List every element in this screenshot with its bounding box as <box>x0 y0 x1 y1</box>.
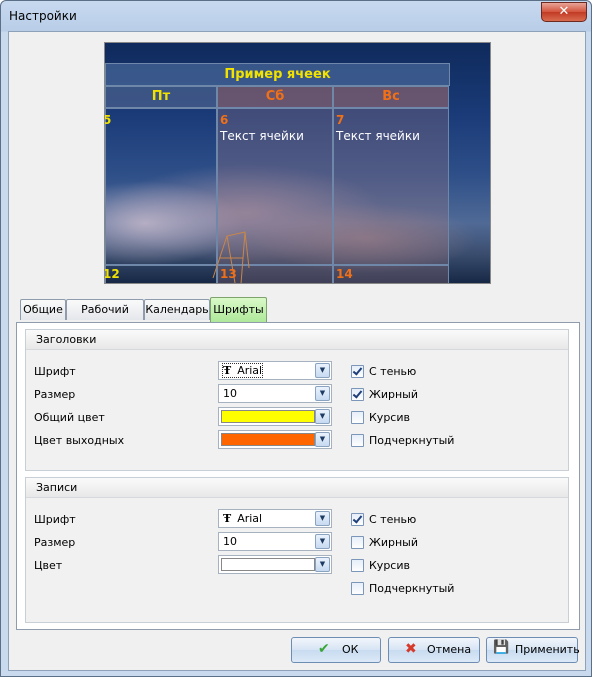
records-font-select[interactable]: Ŧ Arial ▼ <box>218 509 332 528</box>
headers-common-color-select[interactable]: ▼ <box>218 407 332 426</box>
close-icon: ✕ <box>558 4 570 19</box>
headers-size-select[interactable]: 10 ▼ <box>218 384 332 403</box>
save-icon: 💾 <box>493 640 510 655</box>
headers-font-value: Ŧ Arial <box>221 363 264 378</box>
records-group: Записи Шрифт Ŧ Arial ▼ Размер 10 ▼ Цвет ▼ <box>25 477 569 623</box>
tab-general[interactable]: Общие <box>20 299 66 320</box>
checkbox-box[interactable] <box>351 388 364 401</box>
cancel-x-icon: ✖ <box>405 641 417 657</box>
preview-cell-number: 12 <box>104 267 120 281</box>
checkbox-label: Курсив <box>369 559 410 572</box>
headers-size-value: 10 <box>223 387 237 400</box>
checkbox-label: С тенью <box>369 513 417 526</box>
font-icon: Ŧ <box>223 364 232 377</box>
checkbox-box[interactable] <box>351 411 364 424</box>
chevron-down-icon[interactable]: ▼ <box>315 386 330 401</box>
preview-day-sat: Сб <box>217 86 333 108</box>
checkbox-label: Подчеркнутый <box>369 582 455 595</box>
preview-cell-number: 14 <box>336 267 353 281</box>
headers-weekend-color-select[interactable]: ▼ <box>218 430 332 449</box>
cancel-button-label: Отмена <box>427 643 472 656</box>
chevron-down-icon[interactable]: ▼ <box>315 363 330 378</box>
preview-cell-number: 5 <box>105 113 111 127</box>
records-size-select[interactable]: 10 ▼ <box>218 532 332 551</box>
apply-button-label: Применить <box>515 643 580 656</box>
ok-button-label: ОК <box>342 643 359 656</box>
chevron-down-icon[interactable]: ▼ <box>315 432 330 447</box>
headers-weekend-color-label: Цвет выходных <box>34 434 125 447</box>
checkbox-label: С тенью <box>369 365 417 378</box>
records-font-value: Ŧ Arial <box>223 512 263 525</box>
ok-button[interactable]: ✔ ОК <box>291 637 381 663</box>
checkmark-icon: ✔ <box>318 641 330 657</box>
checkbox-label: Жирный <box>369 388 419 401</box>
fonts-tab-panel: Заголовки Шрифт Ŧ Arial ▼ Размер 10 ▼ Общ… <box>16 322 580 630</box>
preview-cell-number: 13 <box>220 267 237 281</box>
cell-preview: Пример ячеек Пт Сб Вс 5 6 7 Текст ячейки… <box>104 42 491 284</box>
preview-cell-number: 6 <box>220 113 229 127</box>
checkbox-label: Подчеркнутый <box>369 434 455 447</box>
chevron-down-icon[interactable]: ▼ <box>315 511 330 526</box>
checkbox-box[interactable] <box>351 582 364 595</box>
checkbox-label: Курсив <box>369 411 410 424</box>
tab-desktop[interactable]: Рабочий стол <box>66 299 144 336</box>
weekend-color-swatch <box>221 433 315 446</box>
font-icon: Ŧ <box>223 512 232 525</box>
headers-size-label: Размер <box>34 388 76 401</box>
headers-common-color-label: Общий цвет <box>34 411 105 424</box>
headers-font-select[interactable]: Ŧ Arial ▼ <box>218 361 332 380</box>
tab-fonts[interactable]: Шрифты <box>210 297 267 322</box>
cancel-button[interactable]: ✖ Отмена <box>388 637 480 663</box>
dialog-client: Пример ячеек Пт Сб Вс 5 6 7 Текст ячейки… <box>8 31 586 671</box>
records-color-select[interactable]: ▼ <box>218 555 332 574</box>
preview-cell-text: Текст ячейки <box>336 129 420 143</box>
apply-button[interactable]: 💾 Применить <box>486 637 580 663</box>
records-group-header: Записи <box>26 478 568 498</box>
checkbox-label: Жирный <box>369 536 419 549</box>
preview-cell <box>105 265 217 283</box>
headers-group-title: Заголовки <box>36 333 97 346</box>
headers-group: Заголовки Шрифт Ŧ Arial ▼ Размер 10 ▼ Общ… <box>25 329 569 471</box>
title-bar[interactable]: Настройки ✕ <box>1 1 591 31</box>
common-color-swatch <box>221 410 315 423</box>
window-title: Настройки <box>9 9 77 23</box>
checkbox-box[interactable] <box>351 536 364 549</box>
records-font-label: Шрифт <box>34 513 76 526</box>
preview-header: Пример ячеек <box>105 63 450 86</box>
preview-cell-number: 7 <box>336 113 345 127</box>
records-size-value: 10 <box>223 535 237 548</box>
checkbox-box[interactable] <box>351 559 364 572</box>
headers-font-label: Шрифт <box>34 365 76 378</box>
settings-window: Настройки ✕ Пример ячеек Пт Сб Вс 5 6 7 … <box>0 0 592 677</box>
chevron-down-icon[interactable]: ▼ <box>315 409 330 424</box>
preview-day-fri: Пт <box>105 86 217 108</box>
chevron-down-icon[interactable]: ▼ <box>315 534 330 549</box>
records-color-swatch <box>221 558 315 571</box>
records-size-label: Размер <box>34 536 76 549</box>
checkbox-box[interactable] <box>351 434 364 447</box>
checkbox-box[interactable] <box>351 513 364 526</box>
preview-cell-text: Текст ячейки <box>220 129 304 143</box>
checkbox-box[interactable] <box>351 365 364 378</box>
chevron-down-icon[interactable]: ▼ <box>315 557 330 572</box>
headers-group-header: Заголовки <box>26 330 568 350</box>
tab-calendar[interactable]: Календарь <box>144 299 210 320</box>
preview-cell <box>105 108 217 265</box>
preview-day-sun: Вс <box>333 86 449 108</box>
records-color-label: Цвет <box>34 559 63 572</box>
records-group-title: Записи <box>36 481 78 494</box>
close-button[interactable]: ✕ <box>541 2 587 22</box>
